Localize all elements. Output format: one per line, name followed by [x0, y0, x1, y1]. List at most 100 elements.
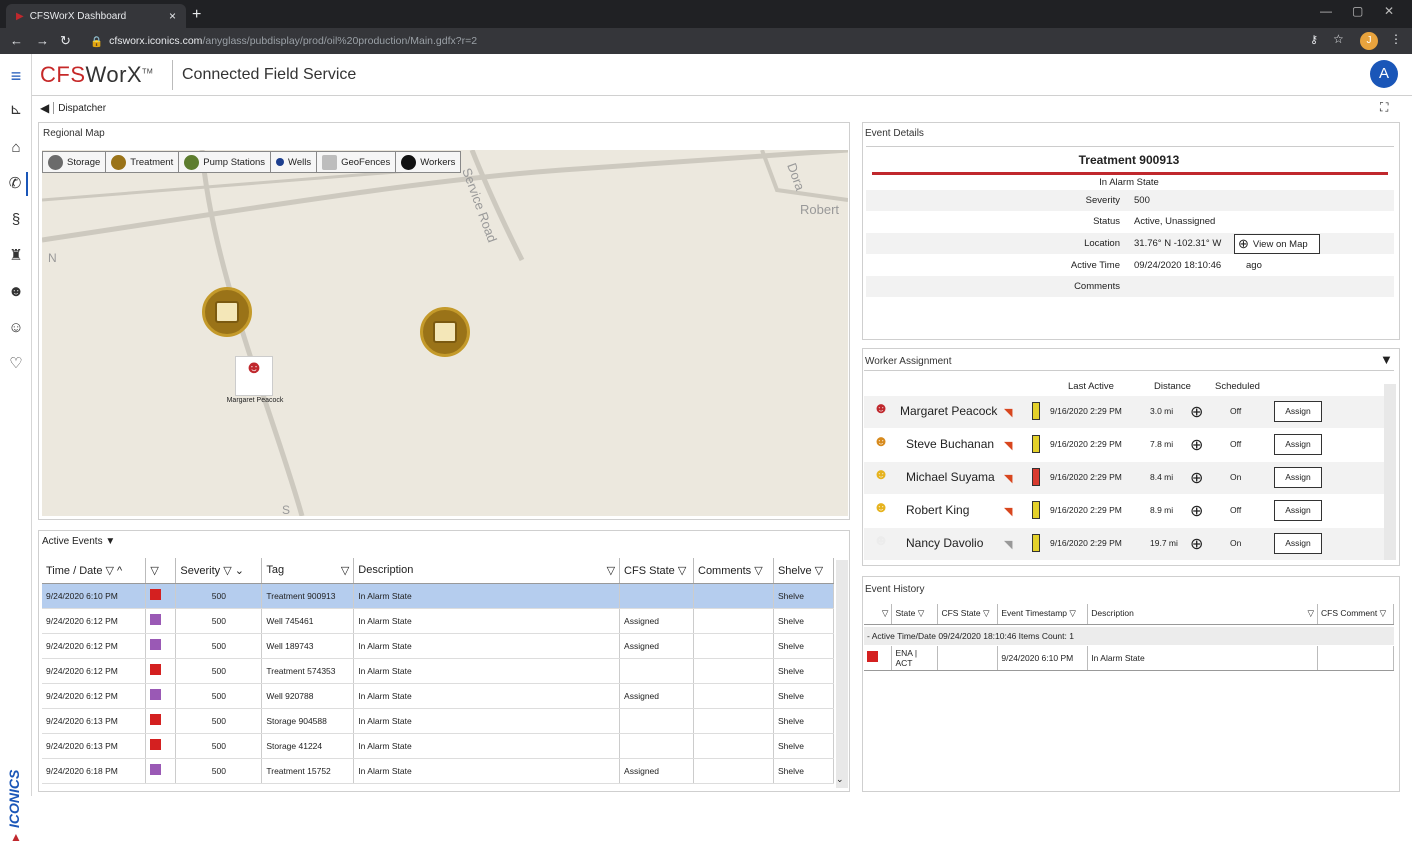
hcol-timestamp[interactable]: Event Timestamp ▽ — [997, 604, 1089, 625]
table-cell: Assigned — [619, 608, 694, 634]
signal-icon: ◥ — [1004, 539, 1013, 551]
events-title[interactable]: Active Events ▼ — [42, 536, 115, 547]
new-tab-button[interactable]: + — [192, 6, 201, 24]
legend-wells[interactable]: Wells — [271, 152, 318, 172]
col-time[interactable]: Time / Date ▽ ^ — [42, 558, 147, 584]
history-group-row[interactable]: - Active Time/Date 09/24/2020 18:10:46 I… — [864, 627, 1394, 645]
assign-button[interactable]: Assign — [1274, 500, 1322, 521]
worker-row[interactable]: ☻ Nancy Davolio ◥ 9/16/2020 2:29 PM 19.7 mi ⊕… — [864, 528, 1384, 560]
table-row[interactable]: 9/24/2020 6:12 PM 500 Well 189743 In Alarm … — [42, 633, 835, 659]
hamburger-menu-icon[interactable]: ≡ — [4, 64, 28, 88]
hcol-description[interactable]: Description ▽ — [1087, 604, 1318, 625]
minimize-icon[interactable]: — — [1320, 4, 1332, 18]
assign-button[interactable]: Assign — [1274, 467, 1322, 488]
battery-icon — [1032, 501, 1040, 519]
severity-swatch — [150, 589, 162, 600]
view-on-map-button[interactable]: ⊕ View on Map — [1234, 234, 1320, 254]
url-field[interactable]: 🔒 cfsworx.iconics.com/anyglass/pubdispla… — [82, 32, 1352, 50]
locate-target-icon[interactable]: ⊕ — [1190, 534, 1203, 554]
col-severity[interactable]: Severity ▽ ⌄ — [175, 558, 263, 584]
breadcrumb[interactable]: ◀ Dispatcher — [40, 101, 106, 115]
stethoscope-icon[interactable]: § — [4, 208, 28, 232]
menu-dots-icon[interactable]: ⋮ — [1390, 32, 1402, 46]
battery-icon — [1032, 435, 1040, 453]
worker-row[interactable]: ☻ Margaret Peacock ◥ 9/16/2020 2:29 PM 3.0 m… — [864, 396, 1384, 428]
worker-assignment-title: Worker Assignment — [865, 356, 952, 367]
col-tag[interactable]: Tag ▽ — [261, 558, 355, 584]
user-avatar[interactable]: A — [1370, 60, 1398, 88]
hcol-comment[interactable]: CFS Comment ▽ — [1317, 604, 1394, 625]
table-cell: 500 — [175, 733, 263, 759]
worker-row[interactable]: ☻ Steve Buchanan ◥ 9/16/2020 2:29 PM 7.8 mi ⊕… — [864, 429, 1384, 461]
handshake-icon[interactable]: ♡ — [4, 352, 28, 376]
worker-icon[interactable]: ☺ — [4, 316, 28, 340]
worker-scheduled: Off — [1230, 505, 1242, 515]
reload-icon[interactable]: ↻ — [60, 33, 71, 49]
locate-target-icon[interactable]: ⊕ — [1190, 435, 1203, 455]
key-icon[interactable]: ⚷ — [1310, 33, 1318, 46]
users-icon[interactable]: ☻ — [4, 280, 28, 304]
col-shelve[interactable]: Shelve ▽ — [773, 558, 835, 584]
col-cfs-state[interactable]: CFS State ▽ — [619, 558, 694, 584]
assign-button[interactable]: Assign — [1274, 401, 1322, 422]
table-row[interactable]: 9/24/2020 6:10 PM 500 Treatment 900913 In A… — [42, 583, 835, 609]
legend-geofences[interactable]: GeoFences — [317, 152, 397, 172]
severity-swatch — [150, 739, 162, 750]
treatment-marker[interactable] — [420, 307, 470, 357]
legend-pump-stations[interactable]: Pump Stations — [179, 152, 272, 172]
tab-close-icon[interactable]: × — [169, 9, 176, 23]
worker-scheduled: Off — [1230, 406, 1242, 416]
table-row[interactable]: 9/24/2020 6:13 PM 500 Storage 41224 In Alar… — [42, 733, 835, 759]
locate-target-icon[interactable]: ⊕ — [1190, 402, 1203, 422]
history-row[interactable]: ENA | ACT 9/24/2020 6:10 PM In Alarm Sta… — [864, 646, 1394, 671]
assign-button[interactable]: Assign — [1274, 434, 1322, 455]
filter-icon[interactable]: ▼ — [1380, 352, 1393, 367]
treatment-marker[interactable] — [202, 287, 252, 337]
factory-icon[interactable]: ♜ — [4, 244, 28, 268]
browser-profile-avatar[interactable]: J — [1360, 32, 1378, 50]
worker-pin[interactable]: ☻ — [235, 356, 273, 396]
window-close-icon[interactable]: ✕ — [1384, 4, 1394, 18]
hierarchy-icon[interactable]: ⊾ — [4, 98, 28, 122]
worker-row[interactable]: ☻ Robert King ◥ 9/16/2020 2:29 PM 8.9 mi ⊕ Off… — [864, 495, 1384, 527]
table-row[interactable]: 9/24/2020 6:12 PM 500 Well 745461 In Alarm … — [42, 608, 835, 634]
table-row[interactable]: 9/24/2020 6:18 PM 500 Treatment 15752 In Al… — [42, 758, 835, 784]
dispatcher-icon[interactable]: ✆ — [4, 172, 28, 196]
locate-target-icon[interactable]: ⊕ — [1190, 468, 1203, 488]
hcol-cfs-state[interactable]: CFS State ▽ — [937, 604, 999, 625]
back-icon[interactable]: ← — [10, 33, 23, 48]
col-comments[interactable]: Comments ▽ — [693, 558, 774, 584]
hcol-state[interactable]: State ▽ — [891, 604, 939, 625]
assign-button[interactable]: Assign — [1274, 533, 1322, 554]
star-icon[interactable]: ☆ — [1333, 32, 1344, 46]
table-cell: Well 189743 — [261, 633, 355, 659]
browser-tab[interactable]: ▶ CFSWorX Dashboard × — [6, 4, 186, 28]
locate-target-icon[interactable]: ⊕ — [1190, 501, 1203, 521]
workers-scrollbar[interactable] — [1384, 384, 1396, 560]
severity-swatch — [150, 664, 162, 675]
home-icon[interactable]: ⌂ — [4, 136, 28, 160]
storage-icon — [48, 154, 63, 170]
fullscreen-icon[interactable]: ⛶ — [1380, 100, 1388, 115]
table-cell — [693, 758, 774, 784]
col-color[interactable]: ▽ — [145, 558, 177, 584]
table-row[interactable]: 9/24/2020 6:12 PM 500 Treatment 574353 In A… — [42, 658, 835, 684]
events-scrollbar[interactable] — [836, 560, 848, 788]
legend-workers[interactable]: Workers — [396, 152, 461, 172]
legend-storage[interactable]: Storage — [43, 152, 107, 172]
table-row[interactable]: 9/24/2020 6:12 PM 500 Well 920788 In Alarm … — [42, 683, 835, 709]
scroll-down-icon[interactable]: ⌄ — [836, 774, 844, 785]
table-cell: Assigned — [619, 633, 694, 659]
hcol-color[interactable]: ▽ — [864, 604, 893, 625]
worker-scheduled: Off — [1230, 439, 1242, 449]
road-label-n: N — [48, 251, 57, 265]
table-cell: Shelve — [773, 758, 835, 784]
back-triangle-icon[interactable]: ◀ — [40, 101, 49, 115]
worker-row[interactable]: ☻ Michael Suyama ◥ 9/16/2020 2:29 PM 8.4 mi ⊕… — [864, 462, 1384, 494]
table-row[interactable]: 9/24/2020 6:13 PM 500 Storage 904588 In Ala… — [42, 708, 835, 734]
col-description[interactable]: Description ▽ — [353, 558, 621, 584]
browser-tab-bar: ▶ CFSWorX Dashboard × + — ▢ ✕ — [0, 0, 1412, 28]
forward-icon[interactable]: → — [36, 33, 49, 48]
maximize-icon[interactable]: ▢ — [1352, 4, 1363, 18]
legend-treatment[interactable]: Treatment — [106, 152, 180, 172]
